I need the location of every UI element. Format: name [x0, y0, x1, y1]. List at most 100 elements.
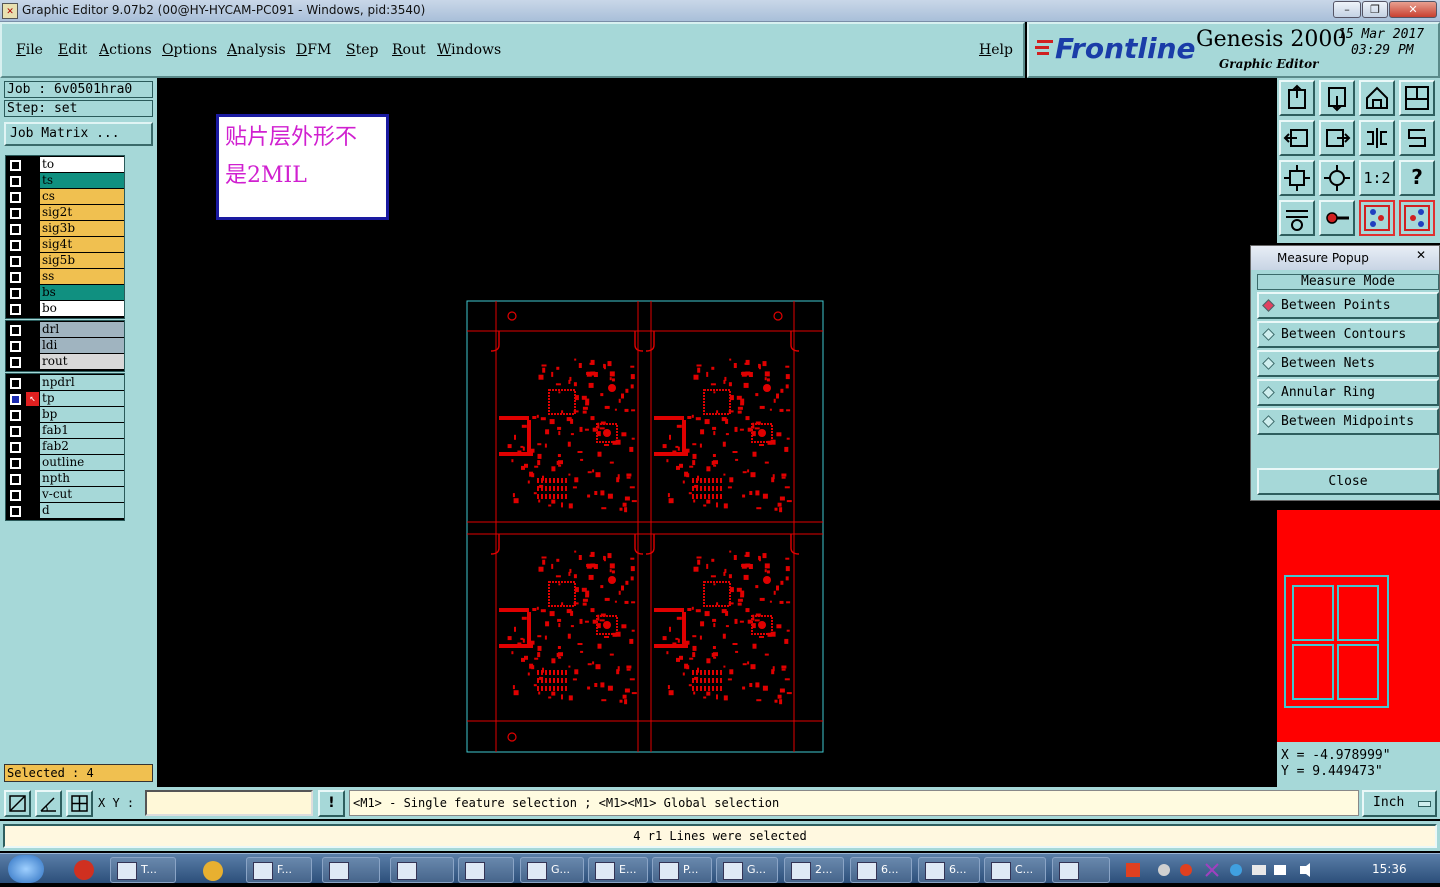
job-matrix-button[interactable]: Job Matrix ...: [4, 122, 153, 146]
pan-right-icon[interactable]: [1319, 120, 1355, 156]
layer-name[interactable]: cs: [40, 189, 124, 204]
layer-name[interactable]: d: [40, 503, 124, 518]
taskbar-pin-icon[interactable]: [62, 857, 106, 883]
xy-input[interactable]: [145, 790, 313, 816]
layer-row-cs[interactable]: cs: [6, 189, 124, 205]
grid-mode-icon[interactable]: [66, 790, 93, 817]
layer-row-sig5b[interactable]: sig5b: [6, 253, 124, 269]
warning-button[interactable]: !: [318, 790, 345, 817]
key-icon[interactable]: [1319, 200, 1355, 236]
start-button-icon[interactable]: [8, 855, 44, 883]
layer-checkbox[interactable]: [10, 272, 21, 283]
zoom-top-icon[interactable]: [1279, 80, 1315, 116]
layer-row-bp[interactable]: bp: [6, 407, 124, 423]
layer-checkbox[interactable]: [10, 394, 21, 405]
taskbar-item[interactable]: P...: [652, 857, 712, 883]
layer-checkbox[interactable]: [10, 192, 21, 203]
mirror-icon[interactable]: [1359, 120, 1395, 156]
restore-button[interactable]: ❐: [1362, 1, 1388, 18]
layer-name[interactable]: drl: [40, 322, 124, 337]
taskbar-item[interactable]: 2...: [784, 857, 844, 883]
layer-checkbox[interactable]: [10, 288, 21, 299]
layer-name[interactable]: bs: [40, 285, 124, 300]
layer-name[interactable]: v-cut: [40, 487, 124, 502]
layer-row-bs[interactable]: bs: [6, 285, 124, 301]
layer-name[interactable]: ss: [40, 269, 124, 284]
layer-name[interactable]: outline: [40, 455, 124, 470]
close-window-button[interactable]: ✕: [1389, 1, 1437, 18]
layer-checkbox[interactable]: [10, 426, 21, 437]
minimize-button[interactable]: –: [1333, 1, 1361, 18]
taskbar-item[interactable]: [322, 857, 380, 883]
layer-name[interactable]: npdrl: [40, 375, 124, 390]
layer-row-drl[interactable]: drl: [6, 322, 124, 338]
popup-close-icon[interactable]: ✕: [1411, 248, 1431, 266]
layer-checkbox[interactable]: [10, 442, 21, 453]
layer-row-ldi[interactable]: ldi: [6, 338, 124, 354]
menu-step[interactable]: Step: [346, 42, 378, 58]
snap-icon[interactable]: [1399, 120, 1435, 156]
layer-name[interactable]: bo: [40, 301, 124, 316]
mode-between-contours[interactable]: Between Contours: [1257, 321, 1439, 348]
taskbar-item[interactable]: E...: [588, 857, 648, 883]
taskbar-item[interactable]: 6...: [850, 857, 912, 883]
taskbar-item[interactable]: G...: [520, 857, 584, 883]
scale-1-2-button[interactable]: 1:2: [1359, 160, 1395, 196]
layer-row-v-cut[interactable]: v-cut: [6, 487, 124, 503]
layer-row-sig4t[interactable]: sig4t: [6, 237, 124, 253]
measure-close-button[interactable]: Close: [1257, 468, 1439, 495]
taskbar-item[interactable]: [390, 857, 454, 883]
layer-row-npth[interactable]: npth: [6, 471, 124, 487]
layer-row-npdrl[interactable]: npdrl: [6, 375, 124, 391]
layer-row-rout[interactable]: rout: [6, 354, 124, 370]
layer-checkbox[interactable]: [10, 208, 21, 219]
taskbar-item[interactable]: G...: [716, 857, 778, 883]
layer-checkbox[interactable]: [10, 506, 21, 517]
menu-rout[interactable]: Rout: [392, 42, 426, 58]
menu-actions[interactable]: Actions: [99, 42, 152, 58]
layer-name[interactable]: fab1: [40, 423, 124, 438]
menu-options[interactable]: Options: [162, 42, 217, 58]
layer-name[interactable]: sig2t: [40, 205, 124, 220]
overview-map[interactable]: [1277, 510, 1440, 742]
menu-analysis[interactable]: Analysis: [227, 42, 286, 58]
layer-checkbox[interactable]: [10, 410, 21, 421]
menu-file[interactable]: File: [16, 42, 43, 58]
menu-windows[interactable]: Windows: [437, 42, 501, 58]
taskbar-item[interactable]: 6...: [918, 857, 980, 883]
home-icon[interactable]: [1359, 80, 1395, 116]
layer-name[interactable]: fab2: [40, 439, 124, 454]
layer-checkbox[interactable]: [10, 256, 21, 267]
layer-name[interactable]: to: [40, 157, 124, 172]
layer-checkbox[interactable]: [10, 458, 21, 469]
layer-name[interactable]: tp: [40, 391, 124, 406]
taskbar-item[interactable]: C...: [984, 857, 1046, 883]
menu-edit[interactable]: Edit: [58, 42, 87, 58]
layer-name[interactable]: sig4t: [40, 237, 124, 252]
zoom-center-icon[interactable]: [1319, 160, 1355, 196]
unit-selector[interactable]: Inch: [1362, 790, 1437, 817]
layer-name[interactable]: ts: [40, 173, 124, 188]
layer-row-bo[interactable]: bo: [6, 301, 124, 317]
angle-mode-icon[interactable]: [35, 790, 62, 817]
layer-checkbox[interactable]: [10, 160, 21, 171]
layer-name[interactable]: ldi: [40, 338, 124, 353]
zoom-bottom-icon[interactable]: [1319, 80, 1355, 116]
layer-row-sig3b[interactable]: sig3b: [6, 221, 124, 237]
zoom-fit-icon[interactable]: [1279, 160, 1315, 196]
layer-row-fab2[interactable]: fab2: [6, 439, 124, 455]
mode-between-points[interactable]: Between Points: [1257, 292, 1439, 319]
layer-row-ts[interactable]: ts: [6, 173, 124, 189]
layer-name[interactable]: rout: [40, 354, 124, 369]
menu-dfm[interactable]: DFM: [296, 42, 331, 58]
menu-help[interactable]: Help: [979, 42, 1013, 58]
layer-name[interactable]: sig5b: [40, 253, 124, 268]
layer-name[interactable]: npth: [40, 471, 124, 486]
layer-checkbox[interactable]: [10, 490, 21, 501]
layer-checkbox[interactable]: [10, 240, 21, 251]
layer-checkbox[interactable]: [10, 176, 21, 187]
taskbar-item[interactable]: [458, 857, 514, 883]
layer-colors-icon[interactable]: [1359, 200, 1395, 236]
layer-row-tp[interactable]: tp ↖: [6, 391, 124, 407]
layer-checkbox[interactable]: [10, 341, 21, 352]
